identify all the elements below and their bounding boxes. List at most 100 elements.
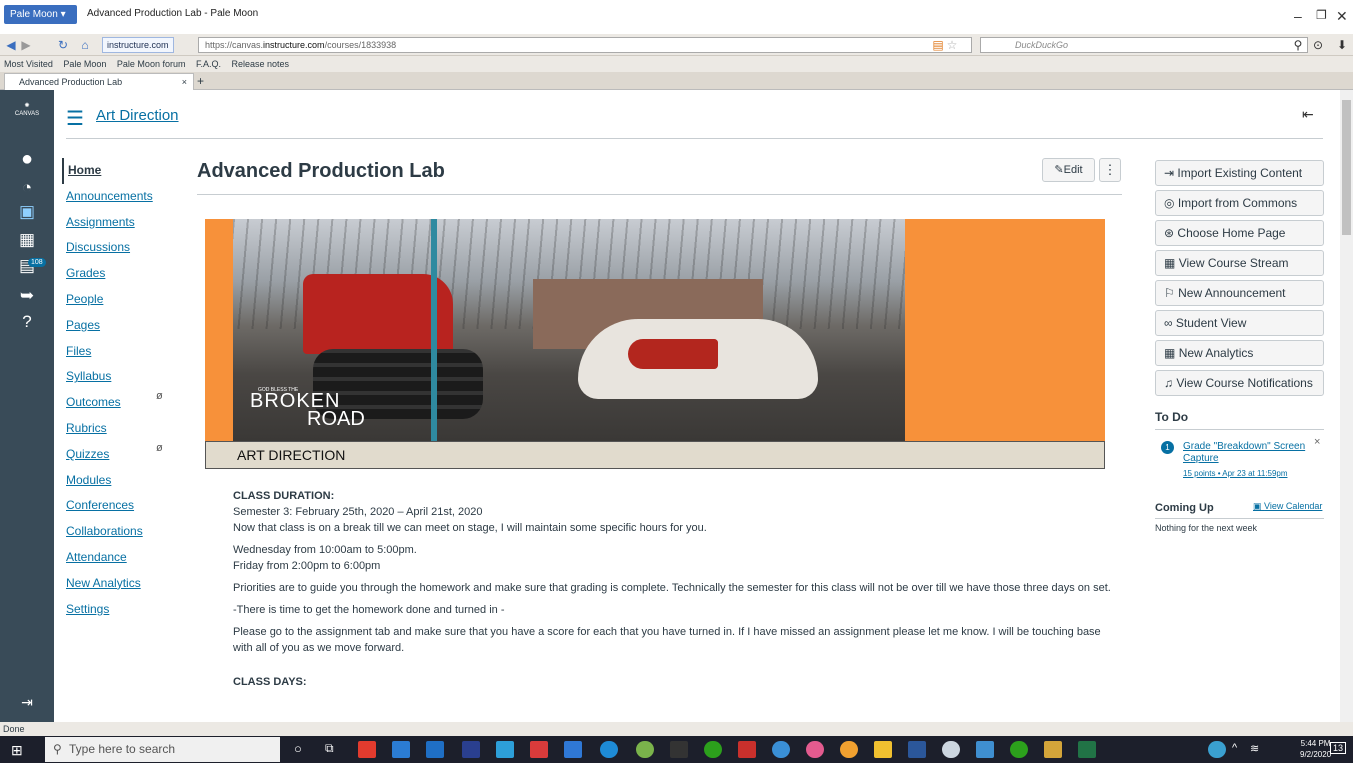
course-nav-rubrics[interactable]: Rubrics bbox=[62, 416, 182, 442]
bookmark-item[interactable]: F.A.Q. bbox=[196, 59, 221, 69]
course-nav-settings[interactable]: Settings bbox=[62, 597, 182, 623]
canvas-logo[interactable]: ✺ CANVAS bbox=[0, 102, 54, 118]
course-nav-syllabus[interactable]: Syllabus bbox=[62, 364, 182, 390]
new-analytics-button[interactable]: ▦ New Analytics bbox=[1155, 340, 1324, 366]
quickbooks-icon[interactable] bbox=[1010, 741, 1028, 758]
course-nav-collaborations[interactable]: Collaborations bbox=[62, 519, 182, 545]
dismiss-icon[interactable]: × bbox=[1314, 436, 1320, 448]
more-options-button[interactable]: ⋮ bbox=[1099, 158, 1121, 182]
download-icon[interactable]: ⬇ bbox=[1336, 37, 1348, 53]
reload-icon[interactable]: ↻ bbox=[56, 37, 70, 53]
back-icon[interactable]: ◀ bbox=[4, 37, 18, 53]
student-view-button[interactable]: ∞ Student View bbox=[1155, 310, 1324, 336]
commons-icon[interactable]: ➥ bbox=[0, 286, 54, 306]
course-nav-people[interactable]: People bbox=[62, 287, 182, 313]
network-icon[interactable]: ≋ bbox=[1250, 742, 1259, 755]
bookmark-item[interactable]: Most Visited bbox=[4, 59, 53, 69]
browser-tab[interactable]: Advanced Production Lab × bbox=[4, 73, 194, 90]
view-course-notifications-button[interactable]: ♫ View Course Notifications bbox=[1155, 370, 1324, 396]
collapse-nav-icon[interactable]: ⇥ bbox=[0, 694, 54, 711]
windows-start-icon[interactable]: ⊞ bbox=[11, 742, 23, 759]
notification-icon[interactable]: 13 bbox=[1330, 742, 1347, 754]
course-nav-grades[interactable]: Grades bbox=[62, 261, 182, 287]
app-icon[interactable] bbox=[772, 741, 790, 758]
scrollbar-thumb[interactable] bbox=[1342, 100, 1351, 235]
search-icon[interactable]: ⚲ bbox=[1292, 37, 1304, 53]
inbox-icon[interactable]: ▤ bbox=[0, 256, 54, 276]
forward-icon[interactable]: ▶ bbox=[20, 37, 32, 53]
breadcrumb[interactable]: Art Direction bbox=[96, 107, 179, 124]
word-icon[interactable] bbox=[908, 741, 926, 758]
pale-moon-icon[interactable] bbox=[942, 741, 960, 758]
course-nav-files[interactable]: Files bbox=[62, 339, 182, 365]
dashboard-icon[interactable]: ◔ bbox=[0, 178, 54, 198]
dropbox-icon[interactable] bbox=[564, 741, 582, 758]
app-icon[interactable] bbox=[738, 741, 756, 758]
tray-app-icon[interactable] bbox=[1208, 741, 1226, 758]
todo-item-meta[interactable]: 15 points • Apr 23 at 11:59pm bbox=[1183, 469, 1288, 478]
import-from-commons-button[interactable]: ◎ Import from Commons bbox=[1155, 190, 1324, 216]
account-icon[interactable]: ● bbox=[0, 148, 54, 171]
course-nav-modules[interactable]: Modules bbox=[62, 468, 182, 494]
edit-button[interactable]: ✎Edit bbox=[1042, 158, 1095, 182]
taskbar-search[interactable]: ⚲ Type here to search bbox=[45, 737, 280, 762]
chevron-up-icon[interactable]: ^ bbox=[1232, 742, 1237, 754]
vegas-icon[interactable] bbox=[496, 741, 514, 758]
bookmark-star-icon[interactable]: ☆ bbox=[946, 37, 958, 53]
edge-icon[interactable] bbox=[600, 741, 618, 758]
course-nav-assignments[interactable]: Assignments bbox=[62, 210, 182, 236]
view-course-stream-button[interactable]: ▦ View Course Stream bbox=[1155, 250, 1324, 276]
new-tab-icon[interactable]: + bbox=[197, 74, 204, 88]
hamburger-icon[interactable]: ☰ bbox=[66, 106, 84, 131]
course-nav-discussions[interactable]: Discussions bbox=[62, 235, 182, 261]
help-icon[interactable]: ? bbox=[0, 312, 54, 332]
app-icon[interactable] bbox=[806, 741, 824, 758]
quickbooks-icon[interactable] bbox=[704, 741, 722, 758]
todo-item-link[interactable]: Grade "Breakdown" Screen Capture bbox=[1183, 441, 1308, 465]
excel-icon[interactable] bbox=[1078, 741, 1096, 758]
view-calendar-link[interactable]: ▣ View Calendar bbox=[1253, 501, 1322, 512]
chrome-icon[interactable] bbox=[840, 741, 858, 758]
course-nav-home[interactable]: Home bbox=[62, 158, 182, 184]
restore-icon[interactable]: ❐ bbox=[1316, 8, 1327, 22]
bookmark-item[interactable]: Pale Moon forum bbox=[117, 59, 186, 69]
pale-moon-menu-button[interactable]: Pale Moon ▾ bbox=[4, 5, 77, 24]
site-identity-button[interactable]: instructure.com bbox=[102, 37, 174, 53]
course-nav-outcomes[interactable]: Outcomes bbox=[62, 390, 182, 416]
course-nav-attendance[interactable]: Attendance bbox=[62, 545, 182, 571]
acrobat-icon[interactable] bbox=[358, 741, 376, 758]
calculator-icon[interactable] bbox=[392, 741, 410, 758]
course-nav-announcements[interactable]: Announcements bbox=[62, 184, 182, 210]
course-nav-conferences[interactable]: Conferences bbox=[62, 493, 182, 519]
history-icon[interactable]: ⊙ bbox=[1312, 37, 1324, 53]
rss-icon[interactable]: ▤ bbox=[932, 37, 944, 53]
bookmark-item[interactable]: Pale Moon bbox=[63, 59, 106, 69]
search-bar[interactable]: DuckDuckGo bbox=[980, 37, 1308, 53]
bookmark-item[interactable]: Release notes bbox=[232, 59, 290, 69]
task-view-icon[interactable]: ⧉ bbox=[325, 741, 343, 758]
courses-icon[interactable]: ▣ bbox=[0, 202, 54, 222]
taskbar-clock[interactable]: 5:44 PM 9/2/2020 bbox=[1300, 738, 1331, 760]
course-nav-new-analytics[interactable]: New Analytics bbox=[62, 571, 182, 597]
home-icon[interactable]: ⌂ bbox=[78, 37, 92, 53]
course-nav-pages[interactable]: Pages bbox=[62, 313, 182, 339]
pdf-icon[interactable] bbox=[530, 741, 548, 758]
close-icon[interactable]: ✕ bbox=[1336, 8, 1348, 25]
app-icon[interactable] bbox=[976, 741, 994, 758]
tab-close-icon[interactable]: × bbox=[182, 74, 187, 90]
file-explorer-icon[interactable] bbox=[1044, 741, 1062, 758]
course-nav-quizzes[interactable]: Quizzes bbox=[62, 442, 182, 468]
amazon-icon[interactable] bbox=[670, 741, 688, 758]
vlc-icon[interactable] bbox=[874, 741, 892, 758]
new-announcement-button[interactable]: ⚐ New Announcement bbox=[1155, 280, 1324, 306]
calendar-icon[interactable]: ▦ bbox=[0, 230, 54, 250]
outlook-icon[interactable] bbox=[426, 741, 444, 758]
app-icon[interactable] bbox=[636, 741, 654, 758]
url-bar[interactable]: https://canvas.instructure.com/courses/1… bbox=[198, 37, 972, 53]
choose-home-page-button[interactable]: ⊛ Choose Home Page bbox=[1155, 220, 1324, 246]
collapse-sidebar-icon[interactable]: ⇤ bbox=[1302, 106, 1314, 123]
cortana-icon[interactable]: ○ bbox=[294, 741, 312, 758]
premiere-icon[interactable] bbox=[462, 741, 480, 758]
minimize-icon[interactable]: – bbox=[1294, 8, 1302, 24]
import-existing-content-button[interactable]: ⇥ Import Existing Content bbox=[1155, 160, 1324, 186]
